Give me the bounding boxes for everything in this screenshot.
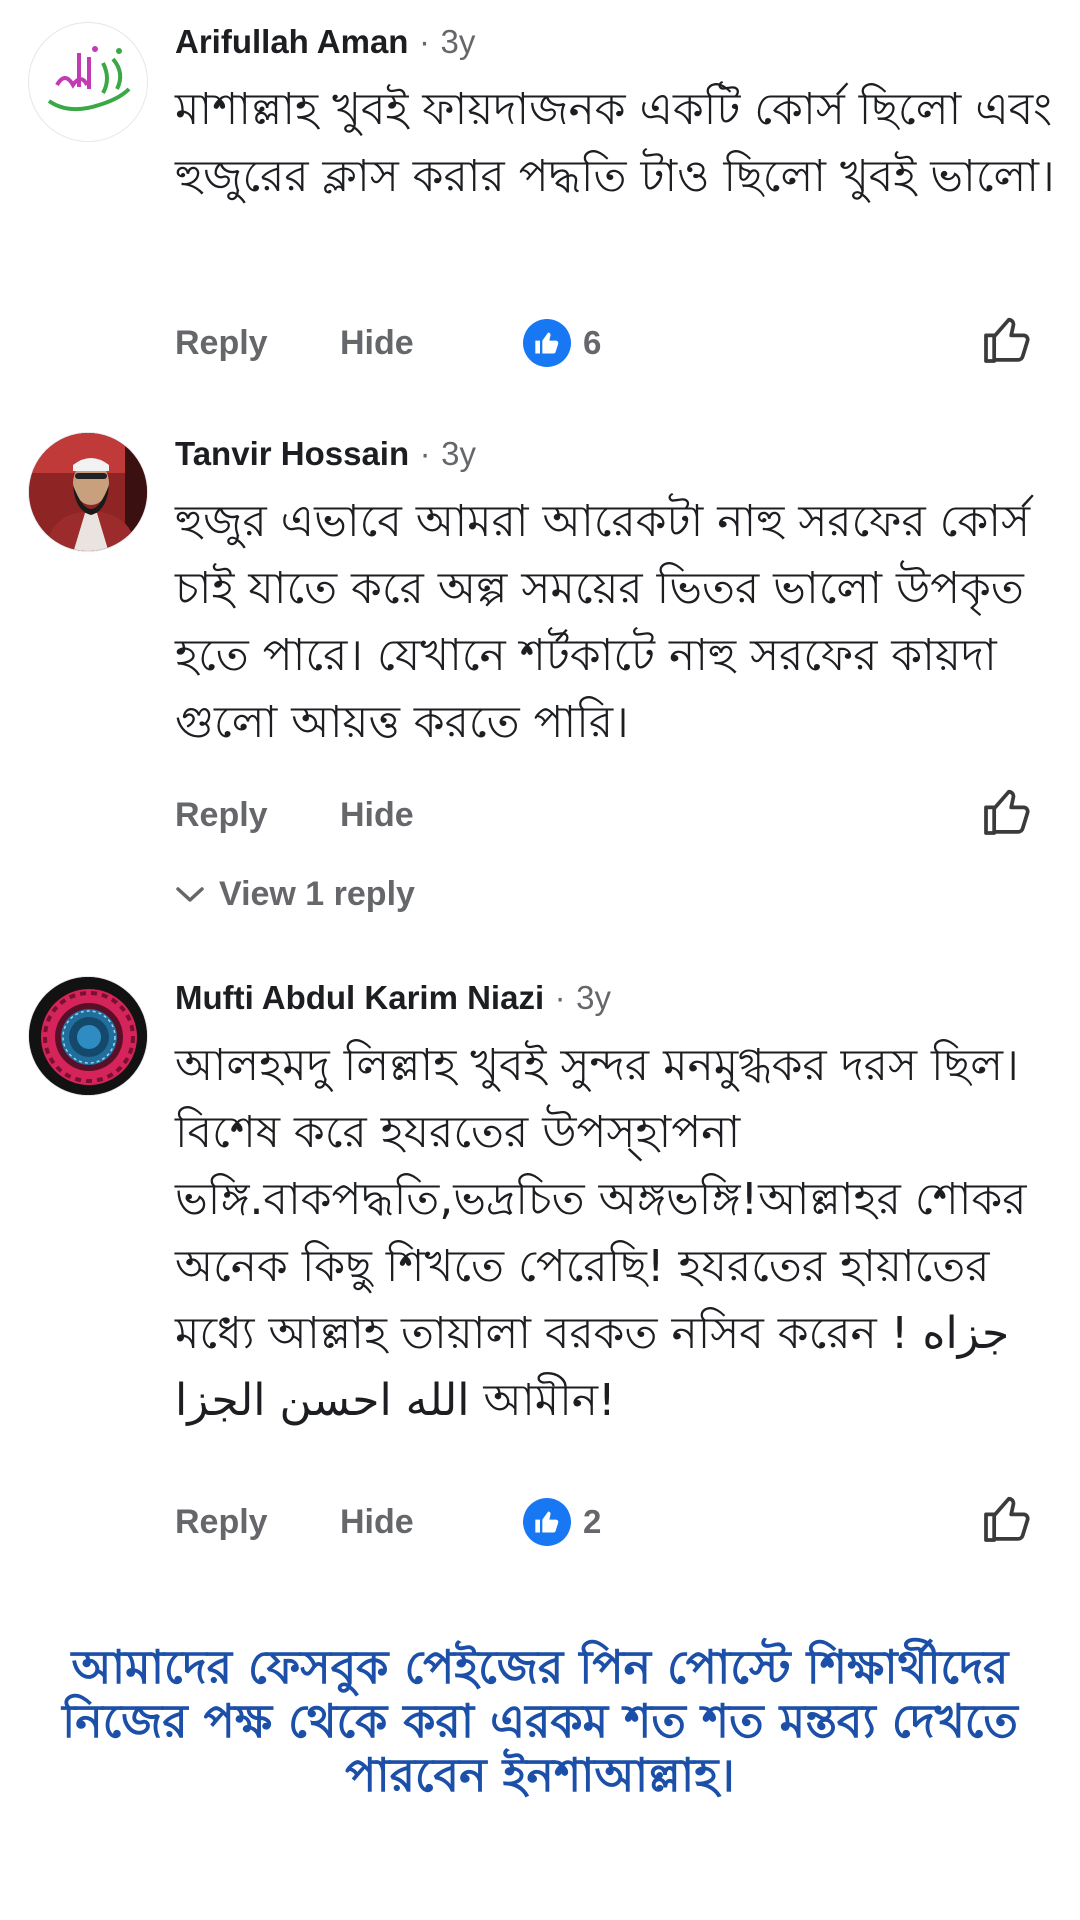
reaction-count: 6 xyxy=(583,324,602,361)
mandala-avatar-icon xyxy=(29,977,147,1095)
comment-time[interactable]: 3y xyxy=(576,979,611,1016)
reply-button[interactable]: Reply xyxy=(175,790,268,840)
chevron-down-icon xyxy=(176,887,204,902)
hide-button[interactable]: Hide xyxy=(340,790,414,840)
avatar[interactable] xyxy=(28,22,148,142)
like-outline-icon[interactable] xyxy=(979,312,1035,368)
avatar[interactable] xyxy=(28,976,148,1096)
comment-author[interactable]: Mufti Abdul Karim Niazi xyxy=(175,979,544,1016)
comment-actions: Reply Hide xyxy=(175,789,1055,840)
view-replies-button[interactable]: View 1 reply xyxy=(175,869,415,919)
reply-button[interactable]: Reply xyxy=(175,318,268,368)
reply-button[interactable]: Reply xyxy=(175,1497,268,1547)
comment-author[interactable]: Tanvir Hossain xyxy=(175,435,409,472)
comment-text: আলহমদু লিল্লাহ খুবই সুন্দর মনমুগ্ধকর দরস… xyxy=(175,1040,1027,1426)
profile-photo-icon xyxy=(29,433,147,551)
comment-actions: Reply Hide 2 xyxy=(175,1496,1055,1547)
like-reaction-icon xyxy=(523,319,571,367)
like-reaction-icon xyxy=(523,1498,571,1546)
separator-dot: · xyxy=(419,435,431,472)
comment-text: মাশাল্লাহ খুবই ফায়দাজনক একটি কোর্স ছিলো… xyxy=(175,84,1055,202)
separator-dot: · xyxy=(554,979,566,1016)
hide-button[interactable]: Hide xyxy=(340,1497,414,1547)
comment-actions: Reply Hide 6 xyxy=(175,317,1055,368)
comment-time[interactable]: 3y xyxy=(440,23,475,60)
comment-text: হুজুর এভাবে আমরা আরেকটা নাহু সরফের কোর্স… xyxy=(175,496,1031,748)
reaction-count: 2 xyxy=(583,1503,602,1540)
reaction-summary[interactable]: 6 xyxy=(523,318,601,368)
avatar[interactable] xyxy=(28,432,148,552)
view-replies-label: View 1 reply xyxy=(219,874,415,913)
comment-header: Tanvir Hossain · 3y xyxy=(175,432,476,476)
comment-time[interactable]: 3y xyxy=(441,435,476,472)
comment-header: Mufti Abdul Karim Niazi · 3y xyxy=(175,976,611,1020)
like-outline-icon[interactable] xyxy=(979,784,1035,840)
separator-dot: · xyxy=(418,23,430,60)
comment-author[interactable]: Arifullah Aman xyxy=(175,23,408,60)
promo-caption: আমাদের ফেসবুক পেইজের পিন পোস্টে শিক্ষার্… xyxy=(62,1640,1018,1802)
hide-button[interactable]: Hide xyxy=(340,318,414,368)
comment-header: Arifullah Aman · 3y xyxy=(175,20,475,64)
like-outline-icon[interactable] xyxy=(979,1491,1035,1547)
calligraphy-avatar-icon xyxy=(31,25,147,141)
reaction-summary[interactable]: 2 xyxy=(523,1497,601,1547)
